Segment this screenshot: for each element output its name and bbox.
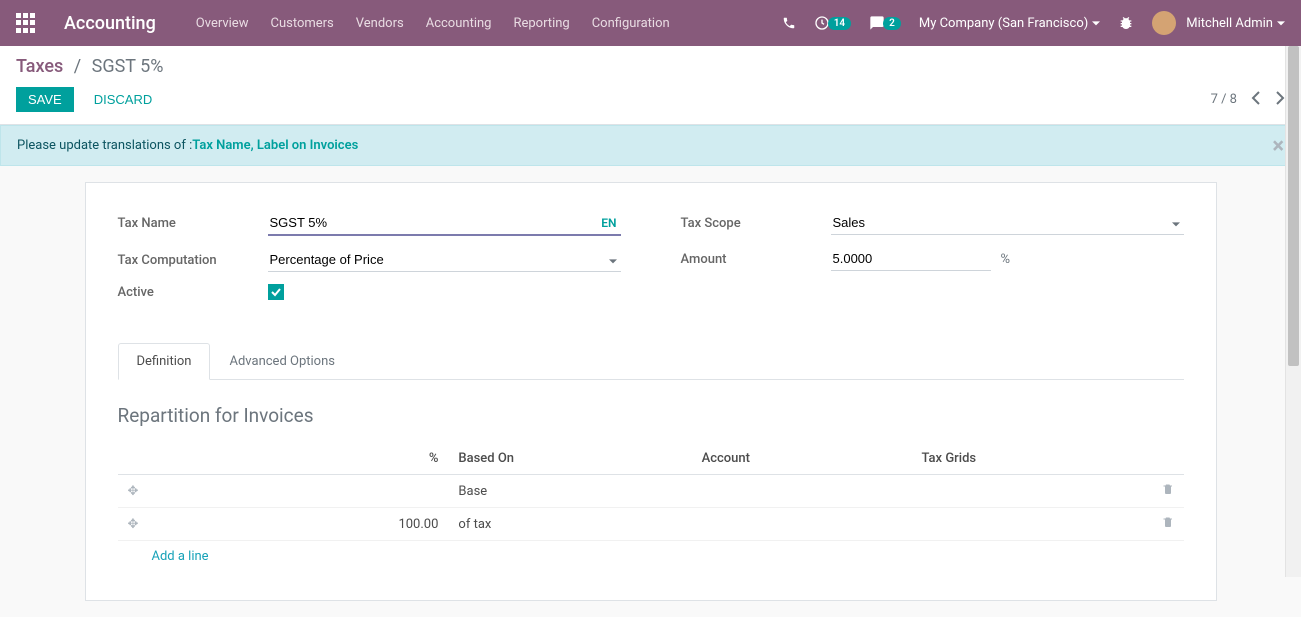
messages-icon[interactable]: 2 (869, 15, 901, 31)
menu-configuration[interactable]: Configuration (592, 16, 670, 31)
menu-accounting[interactable]: Accounting (426, 16, 492, 31)
percent-sign: % (1001, 252, 1011, 267)
company-name: My Company (San Francisco) (919, 16, 1088, 31)
breadcrumb-parent[interactable]: Taxes (16, 56, 63, 77)
cell-based-on[interactable]: Base (448, 475, 691, 508)
table-row[interactable]: ✥ 100.00 of tax (118, 508, 1184, 541)
main-menu: Overview Customers Vendors Accounting Re… (196, 16, 670, 31)
label-tax-scope: Tax Scope (681, 216, 831, 231)
pager-text: 7 / 8 (1211, 92, 1237, 107)
activities-icon[interactable]: 14 (814, 15, 851, 31)
menu-vendors[interactable]: Vendors (356, 16, 404, 31)
repartition-title: Repartition for Invoices (118, 404, 1184, 427)
cell-percent[interactable]: 100.00 (148, 508, 448, 541)
app-brand[interactable]: Accounting (64, 13, 156, 34)
scroll-thumb[interactable] (1288, 46, 1299, 366)
menu-overview[interactable]: Overview (196, 16, 249, 31)
pager: 7 / 8 (1211, 91, 1285, 109)
table-row[interactable]: ✥ Base (118, 475, 1184, 508)
cell-tax-grids[interactable] (911, 508, 1151, 541)
tabs: Definition Advanced Options (118, 342, 1184, 380)
col-account: Account (692, 443, 912, 475)
label-tax-name: Tax Name (118, 216, 268, 231)
lang-button[interactable]: EN (597, 216, 620, 230)
translation-alert: Please update translations of : Tax Name… (0, 125, 1301, 166)
alert-text: Please update translations of : (17, 138, 192, 153)
col-based-on: Based On (448, 443, 691, 475)
tab-advanced-options[interactable]: Advanced Options (210, 343, 353, 380)
breadcrumb: Taxes / SGST 5% (16, 56, 1285, 77)
cell-based-on[interactable]: of tax (448, 508, 691, 541)
menu-customers[interactable]: Customers (270, 16, 333, 31)
label-active: Active (118, 285, 268, 300)
breadcrumb-current: SGST 5% (92, 56, 164, 77)
user-menu[interactable]: Mitchell Admin (1152, 11, 1285, 35)
alert-link[interactable]: Tax Name, Label on Invoices (192, 138, 358, 153)
label-tax-computation: Tax Computation (118, 253, 268, 268)
control-panel: Taxes / SGST 5% SAVE DISCARD 7 / 8 (0, 46, 1301, 125)
trash-icon[interactable] (1162, 517, 1174, 532)
tax-name-input[interactable] (268, 211, 598, 234)
pager-prev[interactable] (1251, 91, 1261, 109)
company-switcher[interactable]: My Company (San Francisco) (919, 16, 1100, 31)
form-sheet: Tax Name EN Tax Computation Active (85, 182, 1217, 601)
tab-definition[interactable]: Definition (118, 343, 211, 380)
col-tax-grids: Tax Grids (911, 443, 1151, 475)
repartition-table: % Based On Account Tax Grids ✥ Base (118, 443, 1184, 541)
label-amount: Amount (681, 252, 831, 267)
save-button[interactable]: SAVE (16, 87, 74, 112)
cell-tax-grids[interactable] (911, 475, 1151, 508)
active-checkbox[interactable] (268, 284, 284, 300)
messages-count: 2 (883, 17, 901, 30)
top-nav: Accounting Overview Customers Vendors Ac… (0, 0, 1301, 46)
cell-account[interactable] (692, 475, 912, 508)
drag-handle-icon[interactable]: ✥ (128, 484, 139, 499)
activities-count: 14 (828, 17, 851, 30)
scrollbar[interactable] (1285, 46, 1301, 577)
debug-icon[interactable] (1118, 15, 1134, 31)
systray: 14 2 My Company (San Francisco) Mitchell… (782, 11, 1285, 35)
tax-scope-select[interactable] (831, 211, 1184, 235)
avatar (1152, 11, 1176, 35)
add-line-link[interactable]: Add a line (118, 541, 1184, 572)
form-view: Tax Name EN Tax Computation Active (0, 166, 1301, 617)
trash-icon[interactable] (1162, 484, 1174, 499)
phone-icon[interactable] (782, 16, 796, 30)
apps-icon[interactable] (16, 13, 36, 33)
cell-percent[interactable] (148, 475, 448, 508)
tax-computation-select[interactable] (268, 248, 621, 272)
drag-handle-icon[interactable]: ✥ (128, 517, 139, 532)
cell-account[interactable] (692, 508, 912, 541)
menu-reporting[interactable]: Reporting (513, 16, 569, 31)
col-percent: % (148, 443, 448, 475)
amount-input[interactable] (831, 247, 991, 271)
pager-next[interactable] (1275, 91, 1285, 109)
discard-button[interactable]: DISCARD (82, 87, 165, 112)
alert-close-icon[interactable]: × (1272, 134, 1284, 159)
user-name: Mitchell Admin (1186, 16, 1273, 31)
